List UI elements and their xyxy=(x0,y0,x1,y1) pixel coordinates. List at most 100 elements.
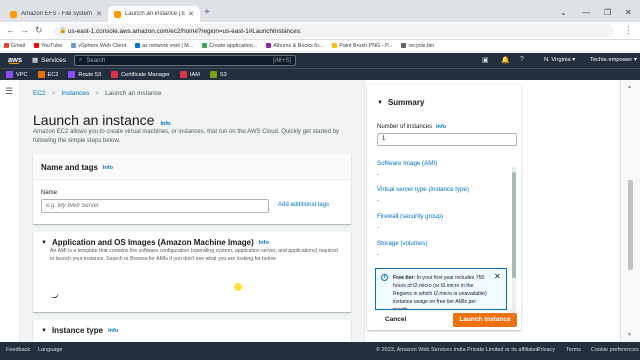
favorite-iam[interactable]: IAM xyxy=(179,71,200,78)
aws-logo[interactable]: aws xyxy=(8,55,22,64)
help-icon[interactable]: ? xyxy=(520,56,524,63)
close-tab-icon[interactable]: ✕ xyxy=(96,10,102,18)
page-info-link[interactable]: Info xyxy=(160,121,170,127)
aws-favicon-icon xyxy=(114,10,121,18)
num-instances-input[interactable]: 1 xyxy=(377,133,517,146)
bookmark-albums[interactable]: Albums & Books fo... xyxy=(266,43,323,49)
minimize-icon[interactable]: — xyxy=(582,8,590,17)
favorite-s3[interactable]: S3 xyxy=(209,71,227,78)
bookmark-gmail[interactable]: Gmail xyxy=(4,43,25,49)
ami-panel-header[interactable]: ▼ Application and OS Images (Amazon Mach… xyxy=(41,238,269,247)
hamburger-menu-icon[interactable]: ☰ xyxy=(5,86,13,97)
reload-icon[interactable]: ↻ xyxy=(35,25,43,36)
maximize-icon[interactable]: ❐ xyxy=(604,8,611,17)
favorite-label: Route 53 xyxy=(78,71,102,78)
summary-instance-type-value: - xyxy=(377,198,379,204)
language-link[interactable]: Language xyxy=(38,347,62,353)
page-scrollbar-thumb[interactable] xyxy=(628,180,633,270)
region-selector[interactable]: N. Virginia ▾ xyxy=(544,57,575,63)
favorite-certificate-manager[interactable]: Certificate Manager xyxy=(111,71,170,78)
launch-instance-button[interactable]: Launch instance xyxy=(453,313,517,327)
ami-description: An AMI is a template that contains the s… xyxy=(50,248,338,262)
collapse-caret-icon: ▼ xyxy=(377,99,383,106)
feedback-link[interactable]: Feedback xyxy=(6,347,30,353)
bookmark-youtube[interactable]: YouTube xyxy=(34,43,62,49)
microsoft-icon xyxy=(135,43,141,48)
breadcrumb-instances[interactable]: Instances xyxy=(61,90,89,97)
ami-panel: ▼ Application and OS Images (Amazon Mach… xyxy=(33,232,351,312)
aws-search-input[interactable]: ⌕ Search [Alt+S] xyxy=(74,55,296,66)
summary-firewall-link[interactable]: Firewall (security group) xyxy=(377,213,443,220)
forward-icon[interactable]: → xyxy=(20,25,29,35)
summary-title: Summary xyxy=(387,98,425,107)
account-label: Techie.empower xyxy=(590,57,633,63)
breadcrumb-current: Launch an instance xyxy=(105,90,162,97)
page-icon xyxy=(332,43,338,48)
page-scrollbar[interactable]: ▲ ▼ xyxy=(620,80,640,342)
terms-link[interactable]: Terms xyxy=(566,347,581,353)
ec2-icon xyxy=(37,71,45,78)
name-input[interactable] xyxy=(41,199,269,213)
services-menu[interactable]: ▦ Services xyxy=(32,56,66,65)
privacy-link[interactable]: Privacy xyxy=(537,347,555,353)
favorite-route53[interactable]: Route 53 xyxy=(68,71,101,78)
new-tab-button[interactable]: + xyxy=(204,7,210,18)
ami-info-link[interactable]: Info xyxy=(259,240,269,246)
main-content: EC2 > Instances > Launch an instance Lau… xyxy=(20,80,364,342)
console-footer: Feedback Language © 2023, Amazon Web Ser… xyxy=(0,342,640,360)
summary-storage-link[interactable]: Storage (volumes) xyxy=(377,240,428,247)
favorite-label: EC2 xyxy=(47,71,59,78)
scroll-up-icon[interactable]: ▲ xyxy=(627,84,632,90)
summary-scrollbar-thumb[interactable] xyxy=(512,172,516,278)
bookmark-az-network[interactable]: az network vnet | M... xyxy=(135,43,193,49)
url-field[interactable]: 🔒 us-east-1.console.aws.amazon.com/ec2/h… xyxy=(54,24,614,38)
favorite-ec2[interactable]: EC2 xyxy=(37,71,59,78)
grid-icon: ▦ xyxy=(32,57,39,64)
summary-ami-link[interactable]: Software Image (AMI) xyxy=(377,160,437,167)
account-menu[interactable]: Techie.empower ▾ xyxy=(590,57,637,63)
tab-title: Amazon EFS - File system config xyxy=(21,11,93,17)
cookie-preferences-link[interactable]: Cookie preferences xyxy=(591,347,639,353)
summary-scrollbar[interactable] xyxy=(512,166,516,316)
num-instances-info-link[interactable]: Info xyxy=(436,124,446,130)
loading-spinner-icon xyxy=(50,292,60,300)
summary-instance-type-link[interactable]: Virtual server type (instance type) xyxy=(377,186,469,193)
page-title-row: Launch an instance Info xyxy=(33,112,171,128)
close-tab-icon[interactable]: ✕ xyxy=(188,10,194,18)
region-label: N. Virginia xyxy=(544,57,571,63)
page-title: Launch an instance xyxy=(33,112,155,128)
bookmark-label: Create application... xyxy=(209,42,258,49)
name-and-tags-info-link[interactable]: Info xyxy=(103,165,113,171)
bookmark-label: YouTube xyxy=(41,42,63,49)
bookmark-recycle-bin[interactable]: recycle.bin xyxy=(401,43,434,49)
summary-card: ▼ Summary Number of instances Info 1 Sof… xyxy=(367,84,521,330)
address-bar-row: ← → ↻ 🔒 us-east-1.console.aws.amazon.com… xyxy=(0,22,640,40)
copyright-text: © 2023, Amazon Web Services India Privat… xyxy=(376,347,541,353)
bookmark-label: Paint Brush PNG - P... xyxy=(339,42,393,49)
scroll-down-icon[interactable]: ▼ xyxy=(627,332,632,338)
browser-tab-efs[interactable]: Amazon EFS - File system config ✕ xyxy=(4,6,108,22)
bookmark-vsphere[interactable]: vSphere Web Client xyxy=(71,43,126,49)
breadcrumb-ec2[interactable]: EC2 xyxy=(33,90,46,97)
instance-type-info-link[interactable]: Info xyxy=(108,328,118,334)
aws-logo-text: aws xyxy=(8,55,23,64)
browser-menu-icon[interactable]: ⋮ xyxy=(624,25,633,36)
browser-tab-launch-instance[interactable]: Launch an instance | EC2 Manag ✕ xyxy=(108,6,200,22)
search-placeholder: Search xyxy=(86,57,106,64)
close-window-icon[interactable]: ✕ xyxy=(625,8,632,17)
tab-search-icon[interactable]: ⌄ xyxy=(560,8,567,17)
instance-type-title: Instance type xyxy=(51,326,104,335)
cloudshell-icon[interactable]: ▣ xyxy=(482,56,489,64)
certificate-manager-icon xyxy=(111,71,119,78)
cancel-button[interactable]: Cancel xyxy=(385,316,406,323)
close-icon[interactable]: ✕ xyxy=(494,272,501,281)
instance-type-header[interactable]: ▼ Instance type Info xyxy=(41,326,118,335)
favorite-vpc[interactable]: VPC xyxy=(6,71,28,78)
notifications-icon[interactable]: 🔔 xyxy=(501,56,510,64)
bookmark-create-application[interactable]: Create application... xyxy=(202,43,257,49)
summary-header[interactable]: ▼ Summary xyxy=(377,98,424,107)
bookmark-paint-brush[interactable]: Paint Brush PNG - P... xyxy=(332,43,392,49)
vpc-icon xyxy=(6,71,13,78)
back-icon[interactable]: ← xyxy=(6,25,15,35)
add-additional-tags-link[interactable]: Add additional tags xyxy=(278,202,329,208)
